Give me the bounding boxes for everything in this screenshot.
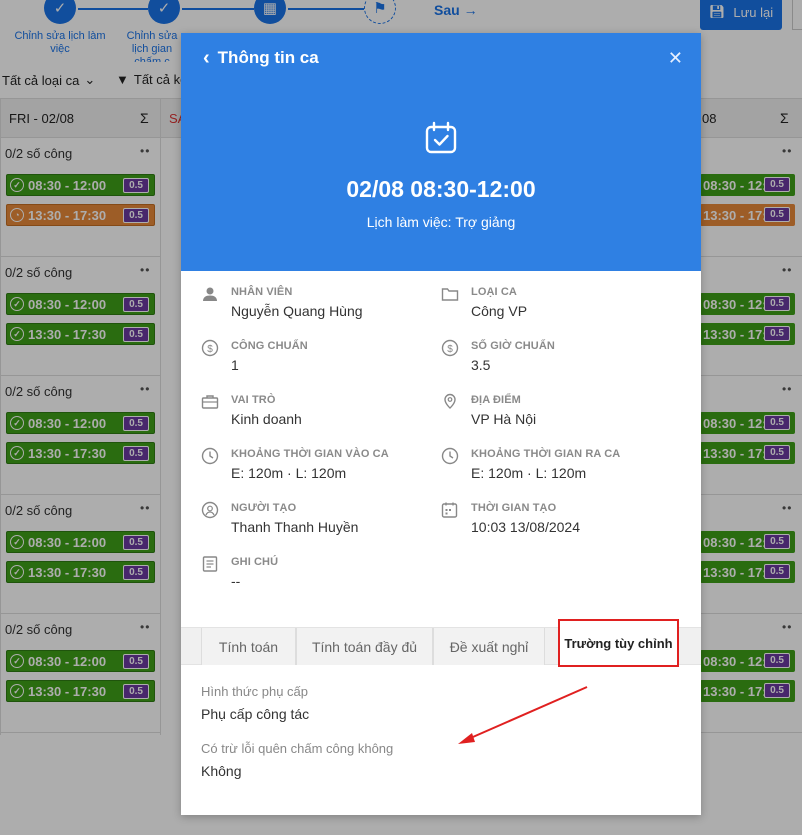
field-value: Công VP [471,303,528,319]
field-label: CÔNG CHUẨN [231,340,308,352]
field-label: KHOẢNG THỜI GIAN RA CA [471,448,621,460]
note-icon [202,556,218,572]
field-shift-type: LOẠI CA Công VP [441,286,701,319]
shift-time: 02/08 08:30-12:00 [346,176,536,202]
clock-icon [201,447,219,465]
dollar-circle-icon: $ [201,339,219,357]
map-pin-icon [444,393,456,409]
field-value: VP Hà Nội [471,411,537,427]
field-value: -- [231,573,241,589]
calendar-edit-icon [441,502,458,518]
svg-text:$: $ [207,344,213,355]
shift-info-modal: ‹ Thông tin ca ✕ 02/08 08:30-12:00 Lịch … [181,33,701,815]
field-note: GHI CHÚ -- [202,556,461,589]
field-value: 10:03 13/08/2024 [471,519,580,535]
tab-full-calculation[interactable]: Tính toán đầy đủ [296,628,433,665]
clock-icon [441,447,459,465]
field-value: 1 [231,357,239,373]
calendar-check-icon [425,121,457,154]
chevron-left-icon[interactable]: ‹ [203,48,210,68]
custom-field-label: Có trừ lỗi quên chấm công không [201,741,394,756]
field-value: Kinh doanh [231,411,302,427]
modal-header: ‹ Thông tin ca ✕ 02/08 08:30-12:00 Lịch … [181,33,701,271]
field-employee: NHÂN VIÊN Nguyễn Quang Hùng [203,286,461,319]
custom-field-allowance: Hình thức phụ cấp Phụ cấp công tác [201,684,309,722]
field-value: Nguyễn Quang Hùng [231,303,363,319]
field-label: LOẠI CA [471,286,517,298]
close-icon[interactable]: ✕ [668,48,683,69]
tab-custom-fields[interactable]: Trường tùy chỉnh [558,619,679,667]
tab-calculation[interactable]: Tính toán [201,628,296,665]
shift-schedule: Lịch làm việc: Trợ giảng [366,214,516,230]
custom-field-label: Hình thức phụ cấp [201,684,308,699]
field-created-time: THỜI GIAN TẠO 10:03 13/08/2024 [441,502,701,535]
field-value: E: 120m · L: 120m [231,465,347,481]
modal-title[interactable]: ‹ Thông tin ca [203,48,319,68]
user-circle-icon [201,501,219,519]
custom-field-value: Phụ cấp công tác [201,706,310,722]
field-label: VAI TRÒ [231,394,276,406]
field-label: GHI CHÚ [231,556,279,568]
dollar-circle-icon: $ [441,339,459,357]
tab-bar: Tính toán Tính toán đầy đủ Đề xuất nghỉ … [181,619,701,667]
tab-leave-request[interactable]: Đề xuất nghỉ [433,628,545,665]
field-label: NHÂN VIÊN [231,286,293,298]
field-location: ĐỊA ĐIỂM VP Hà Nội [444,393,701,427]
custom-field-forgot-checkin: Có trừ lỗi quên chấm công không Không [201,741,393,779]
field-label: THỜI GIAN TẠO [471,502,557,514]
field-creator: NGƯỜI TẠO Thanh Thanh Huyền [201,501,461,535]
field-label: NGƯỜI TẠO [231,502,297,514]
field-value: 3.5 [471,357,491,373]
person-icon [203,287,217,301]
field-label: KHOẢNG THỜI GIAN VÀO CA [231,448,389,460]
field-value: E: 120m · L: 120m [471,465,587,481]
field-label: ĐỊA ĐIỂM [471,394,521,406]
svg-text:$: $ [447,344,453,355]
field-label: SỐ GIỜ CHUẨN [471,340,555,352]
field-value: Thanh Thanh Huyền [231,519,359,535]
field-standard-hours: $ SỐ GIỜ CHUẨN 3.5 [441,339,701,373]
modal-title-text: Thông tin ca [217,48,319,67]
custom-field-value: Không [201,763,242,779]
field-checkout-window: KHOẢNG THỜI GIAN RA CA E: 120m · L: 120m [441,447,701,481]
folder-icon [441,288,459,301]
field-role: VAI TRÒ Kinh doanh [201,394,461,427]
field-checkin-window: KHOẢNG THỜI GIAN VÀO CA E: 120m · L: 120… [201,447,461,481]
briefcase-icon [201,395,219,409]
field-standard-work: $ CÔNG CHUẨN 1 [201,339,461,373]
